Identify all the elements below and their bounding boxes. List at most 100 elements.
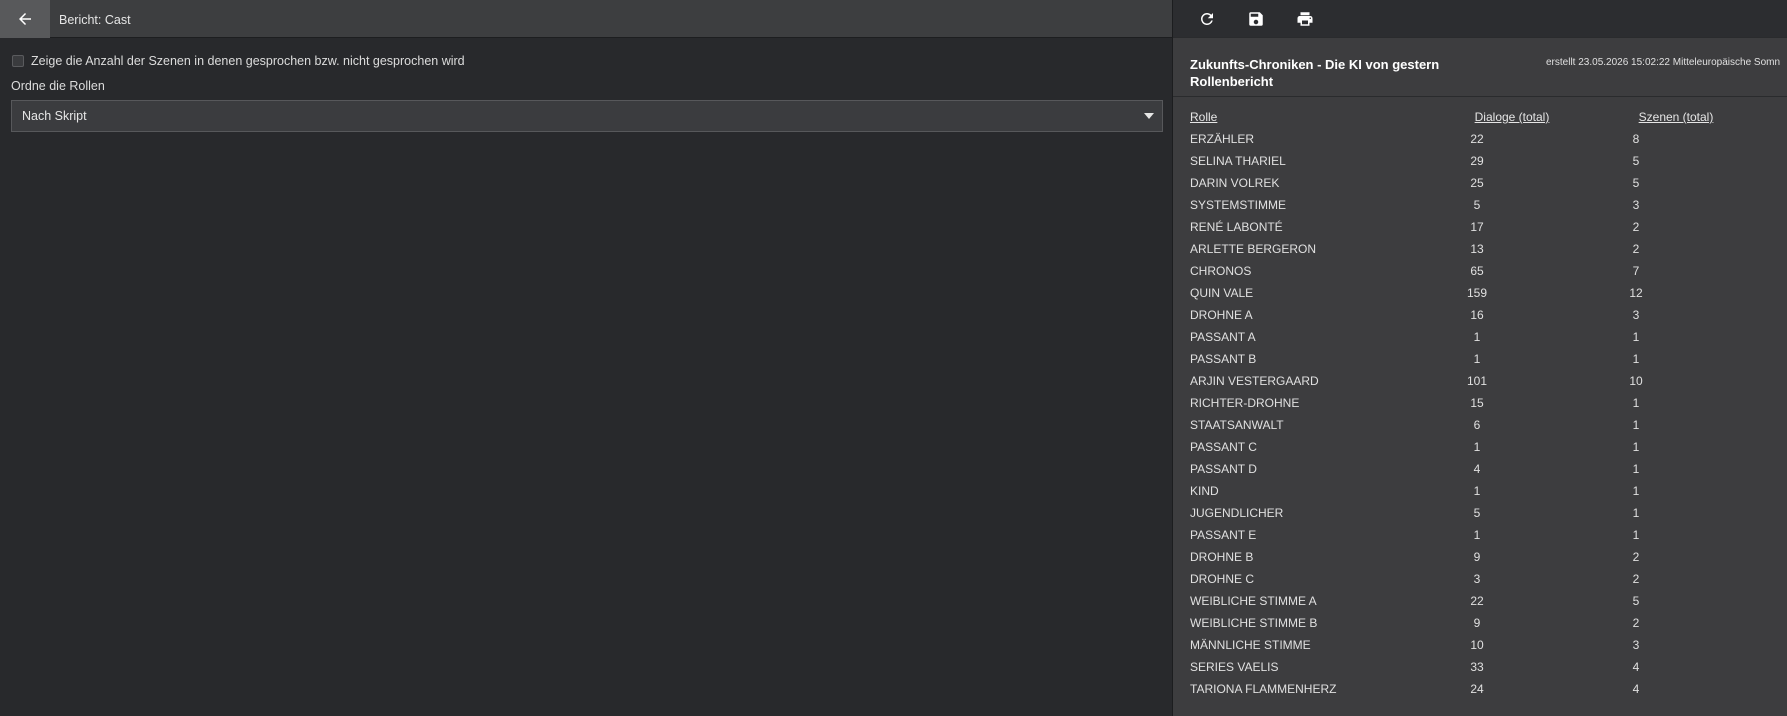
- cell-role: QUIN VALE: [1190, 286, 1254, 300]
- cell-scenes: 12: [1629, 286, 1643, 300]
- cell-role: WEIBLICHE STIMME A: [1190, 594, 1317, 608]
- cell-scenes: 5: [1632, 154, 1640, 168]
- table-row: ARJIN VESTERGAARD 101 10: [1173, 370, 1787, 392]
- print-icon: [1297, 12, 1313, 26]
- header-bar: Bericht: Cast: [0, 0, 1172, 38]
- table-row: SYSTEMSTIMME 5 3: [1173, 194, 1787, 216]
- order-roles-label: Ordne die Rollen: [11, 79, 105, 93]
- settings-pane: Bericht: Cast Zeige die Anzahl der Szene…: [0, 0, 1172, 716]
- table-row: JUGENDLICHER 5 1: [1173, 502, 1787, 524]
- table-row: WEIBLICHE STIMME B 9 2: [1173, 612, 1787, 634]
- save-icon: [1249, 12, 1263, 26]
- scene-count-option[interactable]: Zeige die Anzahl der Szenen in denen ges…: [12, 53, 465, 69]
- cell-role: DROHNE B: [1190, 550, 1254, 564]
- table-row: DROHNE B 9 2: [1173, 546, 1787, 568]
- cell-role: SERIES VAELIS: [1190, 660, 1279, 674]
- cell-dialogs: 13: [1470, 242, 1484, 256]
- caret-down-icon: [1144, 113, 1154, 119]
- report-title: Zukunfts-Chroniken - Die KI von gestern …: [1190, 56, 1490, 90]
- cell-dialogs: 29: [1470, 154, 1484, 168]
- table-row: PASSANT E 1 1: [1173, 524, 1787, 546]
- table-row: PASSANT B 1 1: [1173, 348, 1787, 370]
- table-row: PASSANT D 4 1: [1173, 458, 1787, 480]
- cell-role: ERZÄHLER: [1190, 132, 1255, 146]
- cell-scenes: 2: [1632, 242, 1640, 256]
- scene-count-label: Zeige die Anzahl der Szenen in denen ges…: [31, 54, 465, 68]
- cell-role: ARLETTE BERGERON: [1190, 242, 1317, 256]
- cell-dialogs: 9: [1473, 616, 1481, 630]
- cell-dialogs: 101: [1466, 374, 1488, 388]
- cell-scenes: 1: [1632, 440, 1640, 454]
- cell-scenes: 1: [1632, 506, 1640, 520]
- cell-scenes: 3: [1632, 638, 1640, 652]
- save-button[interactable]: [1246, 9, 1266, 29]
- cell-dialogs: 6: [1473, 418, 1481, 432]
- cell-dialogs: 159: [1466, 286, 1488, 300]
- column-header-dialogs[interactable]: Dialoge (total): [1457, 110, 1567, 124]
- table-row: MÄNNLICHE STIMME 10 3: [1173, 634, 1787, 656]
- table-row: STAATSANWALT 6 1: [1173, 414, 1787, 436]
- cell-scenes: 2: [1632, 550, 1640, 564]
- print-button[interactable]: [1295, 9, 1315, 29]
- cell-dialogs: 4: [1473, 462, 1481, 476]
- cell-role: DROHNE C: [1190, 572, 1255, 586]
- cell-role: PASSANT B: [1190, 352, 1257, 366]
- cell-dialogs: 15: [1470, 396, 1484, 410]
- cell-role: PASSANT E: [1190, 528, 1257, 542]
- cell-role: PASSANT D: [1190, 462, 1257, 476]
- column-header-scenes[interactable]: Szenen (total): [1621, 110, 1731, 124]
- cell-role: WEIBLICHE STIMME B: [1190, 616, 1318, 630]
- cell-role: SELINA THARIEL: [1190, 154, 1286, 168]
- order-roles-value: Nach Skript: [22, 109, 87, 123]
- roles-table: Rolle Dialoge (total) Szenen (total) ERZ…: [1173, 106, 1787, 700]
- table-header: Rolle Dialoge (total) Szenen (total): [1173, 106, 1787, 128]
- table-body: ERZÄHLER 22 8 SELINA THARIEL 29 5 DARIN VOLREK…: [1173, 128, 1787, 700]
- cell-role: DARIN VOLREK: [1190, 176, 1280, 190]
- cell-role: RENÉ LABONTÉ: [1190, 220, 1283, 234]
- cell-dialogs: 22: [1470, 594, 1484, 608]
- back-button[interactable]: [0, 0, 50, 38]
- table-row: SELINA THARIEL 29 5: [1173, 150, 1787, 172]
- order-roles-select[interactable]: Nach Skript: [11, 100, 1163, 132]
- refresh-button[interactable]: [1197, 9, 1217, 29]
- cell-scenes: 1: [1632, 418, 1640, 432]
- cell-role: PASSANT A: [1190, 330, 1256, 344]
- cell-dialogs: 17: [1470, 220, 1484, 234]
- table-row: DROHNE A 16 3: [1173, 304, 1787, 326]
- cell-role: MÄNNLICHE STIMME: [1190, 638, 1311, 652]
- column-header-role[interactable]: Rolle: [1190, 110, 1217, 124]
- cell-role: KIND: [1190, 484, 1219, 498]
- cell-dialogs: 1: [1473, 484, 1481, 498]
- report-title-line2: Rollenbericht: [1190, 74, 1274, 89]
- report-created-timestamp: erstellt 23.05.2026 15:02:22 Mitteleurop…: [1546, 57, 1781, 68]
- cell-dialogs: 22: [1470, 132, 1484, 146]
- cell-scenes: 1: [1632, 330, 1640, 344]
- table-row: WEIBLICHE STIMME A 22 5: [1173, 590, 1787, 612]
- cell-scenes: 1: [1632, 462, 1640, 476]
- table-row: ERZÄHLER 22 8: [1173, 128, 1787, 150]
- cell-role: TARIONA FLAMMENHERZ: [1190, 682, 1337, 696]
- cell-dialogs: 5: [1473, 198, 1481, 212]
- cell-scenes: 5: [1632, 176, 1640, 190]
- report-title-line1: Zukunfts-Chroniken - Die KI von gestern: [1190, 57, 1440, 72]
- arrow-left-icon: [19, 13, 31, 25]
- table-row: QUIN VALE 159 12: [1173, 282, 1787, 304]
- cell-dialogs: 9: [1473, 550, 1481, 564]
- cell-role: CHRONOS: [1190, 264, 1252, 278]
- cell-scenes: 2: [1632, 220, 1640, 234]
- cell-dialogs: 3: [1473, 572, 1481, 586]
- cell-dialogs: 5: [1473, 506, 1481, 520]
- cell-scenes: 1: [1632, 396, 1640, 410]
- report-toolbar: [1173, 0, 1787, 38]
- cell-dialogs: 24: [1470, 682, 1484, 696]
- cell-role: PASSANT C: [1190, 440, 1257, 454]
- cell-dialogs: 10: [1470, 638, 1484, 652]
- table-row: KIND 1 1: [1173, 480, 1787, 502]
- cell-scenes: 4: [1632, 660, 1640, 674]
- cell-dialogs: 25: [1470, 176, 1484, 190]
- divider: [1173, 96, 1787, 97]
- cell-role: SYSTEMSTIMME: [1190, 198, 1287, 212]
- cell-scenes: 3: [1632, 198, 1640, 212]
- cell-role: JUGENDLICHER: [1190, 506, 1284, 520]
- scene-count-checkbox[interactable]: [12, 55, 24, 67]
